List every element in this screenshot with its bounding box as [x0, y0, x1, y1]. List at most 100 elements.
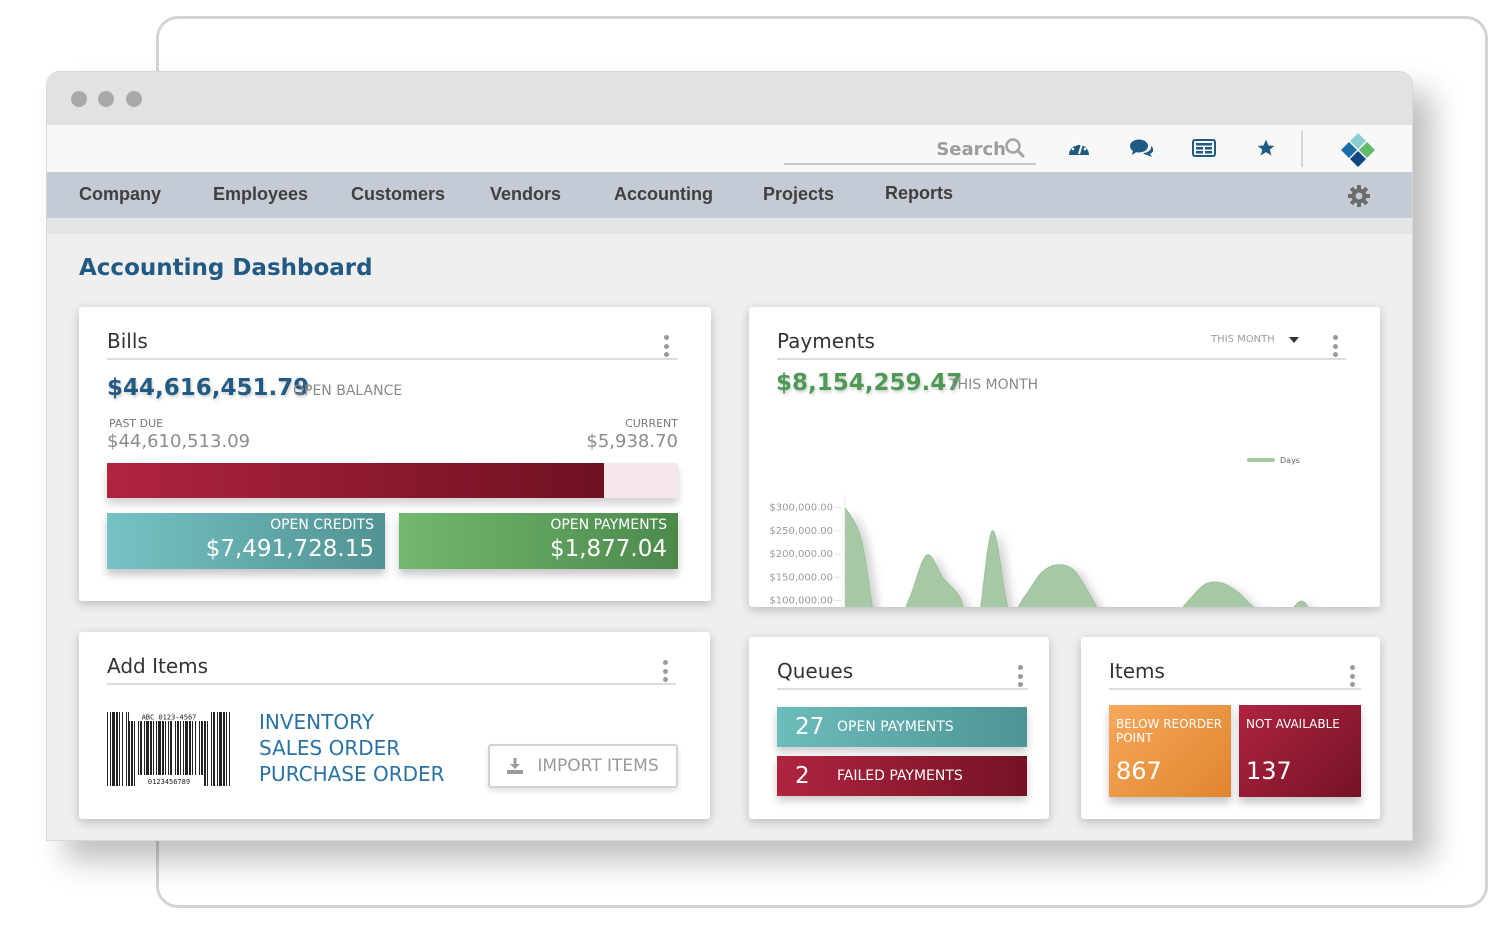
barcode-bar	[116, 712, 118, 786]
barcode-bar	[122, 712, 123, 786]
search-placeholder: Search	[936, 138, 1006, 160]
nav-reports[interactable]: Reports	[885, 183, 953, 204]
not-available-tile[interactable]: NOT AVAILABLE 137	[1239, 705, 1361, 797]
current-amount: $5,938.70	[586, 431, 678, 452]
download-icon	[507, 758, 524, 774]
barcode-bar	[192, 712, 193, 786]
queue-open-payments[interactable]: 27 OPEN PAYMENTS	[777, 707, 1027, 747]
open-credits-amount: $7,491,728.15	[205, 536, 374, 562]
barcode-bar	[217, 712, 218, 786]
items-card: Items BELOW REORDER POINT 867 NOT AVAILA…	[1081, 637, 1380, 819]
nav-projects[interactable]: Projects	[763, 184, 834, 205]
barcode-bar	[223, 712, 225, 786]
nav-vendors[interactable]: Vendors	[490, 184, 561, 205]
top-bar: Search	[47, 125, 1412, 172]
gear-icon[interactable]	[1347, 184, 1371, 208]
nav-underlay	[47, 218, 1412, 234]
nav-customers[interactable]: Customers	[351, 184, 445, 205]
nav-accounting[interactable]: Accounting	[614, 184, 713, 205]
barcode-icon: ABC 0123-4567 0123456789	[107, 712, 230, 786]
list-icon[interactable]	[1192, 139, 1216, 157]
search-input[interactable]: Search	[784, 135, 1036, 165]
import-items-label: IMPORT ITEMS	[537, 756, 659, 776]
barcode-bar	[150, 712, 152, 786]
barcode-bar	[134, 712, 135, 786]
add-items-card: Add Items ABC 0123-4567 0123456789 INVENT…	[79, 632, 710, 819]
barcode-bar	[128, 712, 130, 786]
open-balance-amount: $44,616,451.79	[107, 375, 310, 401]
barcode-bar	[185, 712, 188, 786]
nav-company[interactable]: Company	[79, 184, 161, 205]
queue-count: 27	[795, 714, 825, 740]
browser-window: Search Company Employees Customers Vendo…	[46, 71, 1413, 841]
barcode-bar	[144, 712, 145, 786]
barcode-bar	[219, 712, 222, 786]
import-items-button[interactable]: IMPORT ITEMS	[488, 744, 678, 788]
barcode-bar	[177, 712, 179, 786]
tile-value: 867	[1116, 757, 1162, 785]
search-icon[interactable]	[1004, 137, 1026, 159]
inventory-link[interactable]: INVENTORY	[259, 710, 374, 734]
queue-label: OPEN PAYMENTS	[837, 719, 954, 735]
barcode-bar	[170, 712, 172, 786]
queue-failed-payments[interactable]: 2 FAILED PAYMENTS	[777, 756, 1027, 796]
star-icon[interactable]	[1256, 138, 1276, 158]
queue-label: FAILED PAYMENTS	[837, 768, 963, 784]
open-credits-tile[interactable]: OPEN CREDITS $7,491,728.15	[107, 513, 385, 569]
chat-icon[interactable]	[1129, 138, 1153, 158]
page-title: Accounting Dashboard	[79, 255, 373, 281]
past-due-label: PAST DUE	[109, 417, 164, 430]
barcode-bar	[201, 712, 203, 786]
queues-menu-icon[interactable]	[1018, 665, 1024, 687]
barcode-bar	[226, 712, 227, 786]
barcode-bar	[158, 712, 161, 786]
bills-menu-icon[interactable]	[664, 335, 670, 357]
add-items-menu-icon[interactable]	[663, 660, 669, 682]
barcode-bar	[119, 712, 120, 786]
below-reorder-tile[interactable]: BELOW REORDER POINT 867	[1109, 705, 1231, 797]
y-tick-label: $200,000.00	[769, 549, 833, 560]
bills-card: Bills $44,616,451.79 OPEN BALANCE PAST D…	[79, 307, 711, 601]
nav-employees[interactable]: Employees	[213, 184, 308, 205]
barcode-bar	[138, 712, 139, 786]
barcode-bar	[146, 712, 149, 786]
open-payments-amount: $1,877.04	[549, 536, 667, 562]
barcode-bar	[229, 712, 230, 786]
payments-area-chart: $50,000.00$100,000.00$150,000.00$200,000…	[769, 456, 1309, 607]
open-payments-label: OPEN PAYMENTS	[550, 517, 667, 533]
barcode-bar	[204, 712, 206, 786]
barcode-bar	[140, 712, 142, 786]
legend-label: Days	[1280, 456, 1300, 465]
add-items-title: Add Items	[107, 654, 209, 678]
barcode-bar	[207, 712, 208, 786]
window-close-button[interactable]	[71, 91, 87, 107]
bills-title: Bills	[107, 329, 148, 353]
window-maximize-button[interactable]	[126, 91, 142, 107]
tile-label: BELOW REORDER POINT	[1116, 717, 1223, 745]
barcode-bar	[156, 712, 157, 786]
purchase-order-link[interactable]: PURCHASE ORDER	[259, 762, 445, 786]
legend-swatch	[1247, 458, 1275, 462]
main-nav: Company Employees Customers Vendors Acco…	[47, 172, 1412, 218]
barcode-bar	[107, 712, 108, 786]
card-divider	[107, 683, 676, 685]
barcode-bar	[189, 712, 191, 786]
queues-title: Queues	[777, 659, 854, 683]
dashboard-gauge-icon[interactable]	[1067, 137, 1091, 159]
items-title: Items	[1109, 659, 1165, 683]
barcode-bar	[112, 712, 115, 786]
items-menu-icon[interactable]	[1350, 665, 1356, 687]
barcode-bar	[199, 712, 200, 786]
card-divider	[1109, 688, 1361, 690]
queues-card: Queues 27 OPEN PAYMENTS 2 FAILED PAYMENT…	[749, 637, 1049, 819]
barcode-bottom-text: 0123456789	[148, 778, 190, 786]
barcode-bar	[211, 712, 212, 786]
window-minimize-button[interactable]	[98, 91, 114, 107]
barcode-bar	[175, 712, 176, 786]
barcode-top-text: ABC 0123-4567	[142, 714, 197, 722]
sales-order-link[interactable]: SALES ORDER	[259, 736, 400, 760]
barcode-bar	[162, 712, 164, 786]
open-balance-label: OPEN BALANCE	[293, 383, 403, 399]
app-logo[interactable]	[1339, 131, 1377, 167]
open-payments-tile[interactable]: OPEN PAYMENTS $1,877.04	[399, 513, 678, 569]
